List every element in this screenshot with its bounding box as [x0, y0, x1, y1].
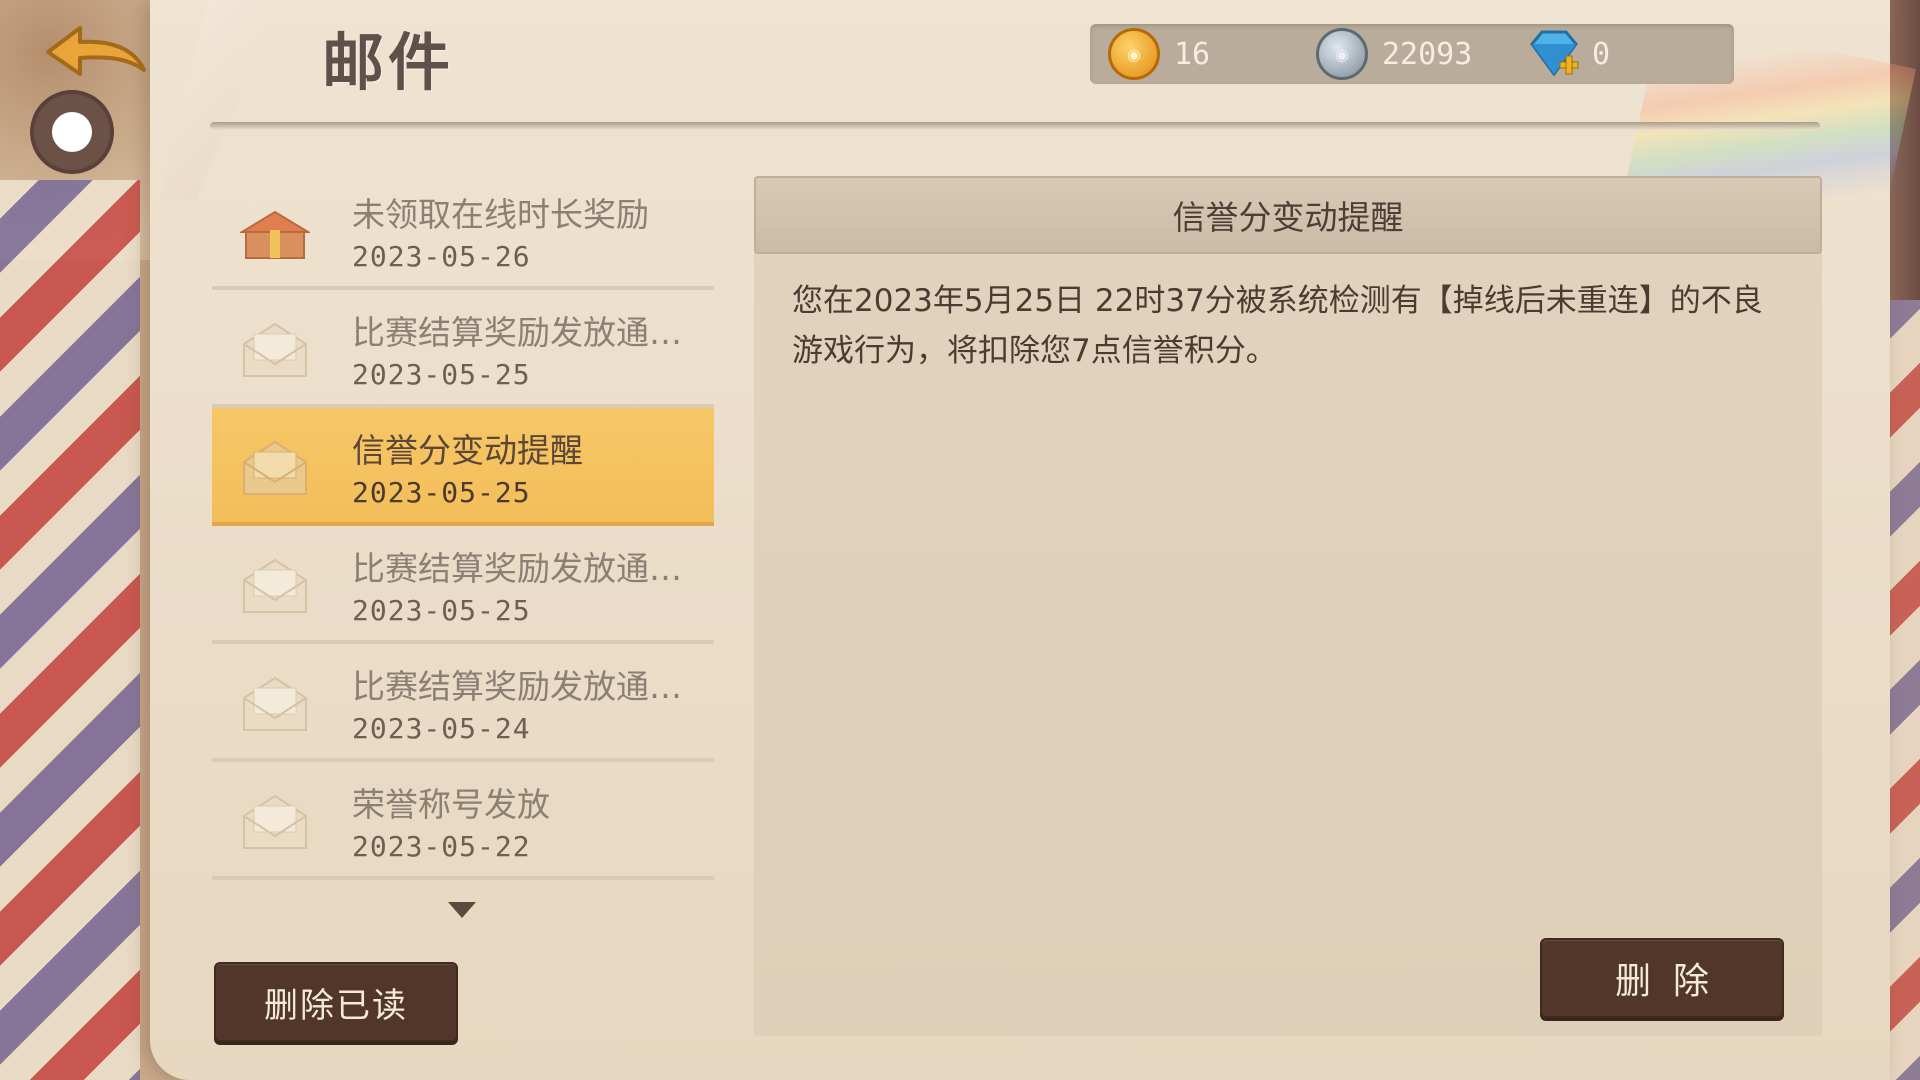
gold-coin-icon: ◉: [1108, 28, 1160, 80]
mail-date: 2023-05-24: [352, 712, 531, 745]
mail-item-match-reward[interactable]: 比赛结算奖励发放通… 2023-05-24: [212, 644, 714, 762]
mail-title: 比赛结算奖励发放通…: [352, 549, 682, 588]
gold-value: 16: [1174, 36, 1211, 72]
envelope-open-icon: [240, 792, 310, 852]
header-divider: [210, 122, 1820, 130]
mail-item-match-reward[interactable]: 比赛结算奖励发放通… 2023-05-25: [212, 290, 714, 408]
mail-detail-body: 您在2023年5月25日 22时37分被系统检测有【掉线后未重连】的不良游戏行为…: [792, 283, 1763, 369]
gold-currency: ◉ 16: [1108, 24, 1210, 84]
mail-date: 2023-05-25: [352, 476, 531, 509]
mail-date: 2023-05-22: [352, 830, 531, 863]
gift-box-icon: [238, 202, 312, 262]
mail-item-credit-notice[interactable]: 信誉分变动提醒 2023-05-25: [212, 408, 714, 526]
back-arrow-icon[interactable]: [40, 18, 150, 88]
diamond-value: 0: [1592, 36, 1611, 72]
scroll-down-icon[interactable]: [448, 902, 476, 918]
diamond-add-icon[interactable]: [1526, 26, 1582, 82]
delete-read-button[interactable]: 删除已读: [214, 962, 458, 1042]
mail-item-match-reward[interactable]: 比赛结算奖励发放通… 2023-05-25: [212, 526, 714, 644]
currency-bar: ◉ 16 ◉ 22093 0: [1090, 24, 1734, 84]
mail-title: 荣誉称号发放: [352, 785, 550, 824]
envelope-open-icon: [240, 320, 310, 380]
mail-title: 比赛结算奖励发放通…: [352, 313, 682, 352]
page-title: 邮件: [322, 26, 455, 99]
envelope-open-icon: [240, 438, 310, 498]
mail-item-online-reward[interactable]: 未领取在线时长奖励 2023-05-26: [212, 172, 714, 290]
mail-title: 信誉分变动提醒: [352, 431, 583, 470]
silver-currency: ◉ 22093: [1316, 24, 1472, 84]
mail-title: 未领取在线时长奖励: [352, 195, 649, 234]
mail-date: 2023-05-26: [352, 240, 531, 273]
envelope-open-icon: [240, 674, 310, 734]
silver-coin-icon: ◉: [1316, 28, 1368, 80]
delete-button[interactable]: 删除: [1540, 938, 1784, 1018]
mail-list[interactable]: 未领取在线时长奖励 2023-05-26 比赛结算奖励发放通… 2023-05-…: [212, 172, 714, 880]
envelope-open-icon: [240, 556, 310, 616]
record-button[interactable]: [30, 90, 114, 174]
mail-title: 比赛结算奖励发放通…: [352, 667, 682, 706]
mail-date: 2023-05-25: [352, 594, 531, 627]
diamond-currency[interactable]: 0: [1526, 24, 1610, 84]
envelope-stripes-left: [0, 180, 140, 1080]
mail-item-honor-title[interactable]: 荣誉称号发放 2023-05-22: [212, 762, 714, 880]
mail-date: 2023-05-25: [352, 358, 531, 391]
silver-value: 22093: [1382, 36, 1473, 72]
mail-detail-panel: 信誉分变动提醒 您在2023年5月25日 22时37分被系统检测有【掉线后未重连…: [754, 176, 1822, 1036]
mail-detail-title: 信誉分变动提醒: [754, 176, 1822, 254]
